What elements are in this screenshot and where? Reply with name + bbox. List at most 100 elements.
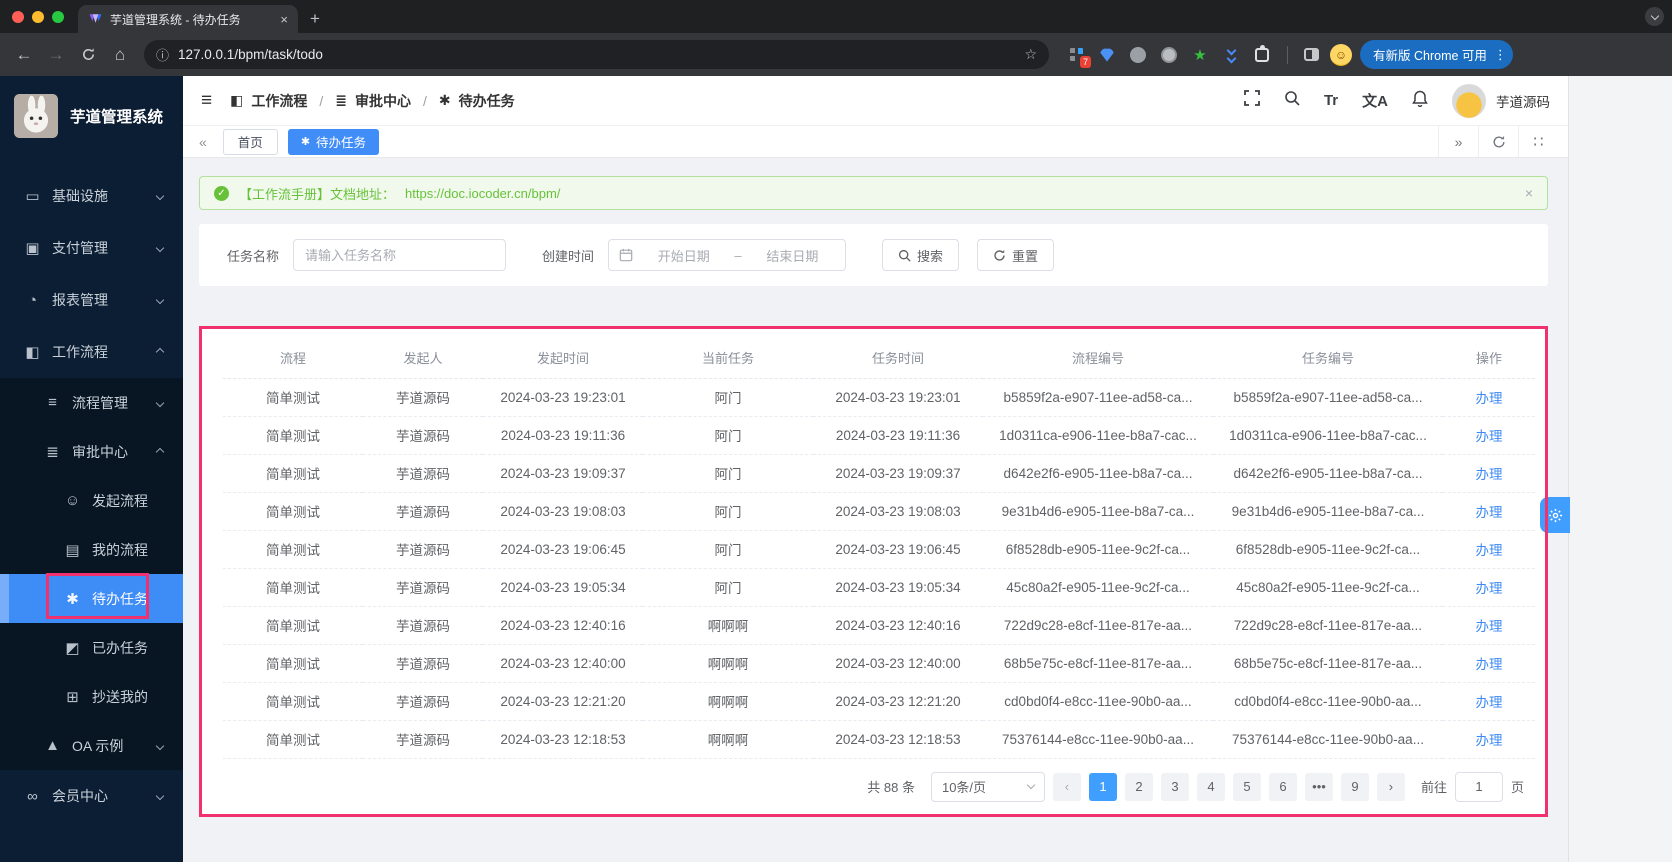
forward-button[interactable]: → <box>42 41 70 69</box>
sidebar-item[interactable]: ≡ 流程管理 <box>0 378 183 427</box>
page-button[interactable]: 9 <box>1340 772 1369 801</box>
extension-icon[interactable]: 7 <box>1067 46 1091 68</box>
approval-center-icon: ≣ <box>335 92 347 108</box>
sidebar-item[interactable]: ⊞ 抄送我的 <box>0 672 183 721</box>
sidebar-item[interactable]: ▭ 基础设施 <box>0 170 183 222</box>
reset-button[interactable]: 重置 <box>977 239 1055 271</box>
user-avatar[interactable] <box>1452 83 1486 118</box>
handle-task-link[interactable]: 办理 <box>1476 505 1503 520</box>
extension-icon[interactable]: ★ <box>1191 46 1209 64</box>
chevron-down-icon <box>1650 11 1659 20</box>
handle-task-link[interactable]: 办理 <box>1476 695 1503 710</box>
chevron-down-icon <box>1026 780 1036 790</box>
handle-task-link[interactable]: 办理 <box>1476 391 1503 406</box>
close-window-button[interactable] <box>12 10 24 23</box>
page-button[interactable]: 1 <box>1088 772 1117 801</box>
more-pages-button[interactable]: ••• <box>1304 772 1333 801</box>
tab-search-button[interactable] <box>1645 7 1664 26</box>
profile-avatar-icon[interactable]: ☺ <box>1330 43 1352 66</box>
cell-current_task: 阿门 <box>643 568 813 607</box>
cell-process_id: 68b5e75c-e8cf-11ee-817e-aa... <box>983 644 1213 683</box>
sidebar-item-label: OA 示例 <box>72 737 124 754</box>
start-date-placeholder[interactable]: 开始日期 <box>641 246 726 265</box>
font-size-button[interactable]: Tr <box>1324 92 1338 109</box>
breadcrumb-item[interactable]: 审批中心 <box>355 91 411 111</box>
extension-icon[interactable] <box>1098 46 1116 64</box>
cell-process: 简单测试 <box>223 378 363 417</box>
cell-start_time: 2024-03-23 12:40:00 <box>483 644 643 683</box>
book-icon: ▤ <box>65 541 80 559</box>
sidebar-item[interactable]: ▲ OA 示例 <box>0 721 183 770</box>
scroll-right-button[interactable]: » <box>1438 126 1478 157</box>
close-icon[interactable]: × <box>1525 185 1533 201</box>
tab-home[interactable]: 首页 <box>222 128 278 155</box>
cell-initiator: 芋道源码 <box>363 378 483 417</box>
search-button[interactable]: 搜索 <box>882 239 960 271</box>
handle-task-link[interactable]: 办理 <box>1476 619 1503 634</box>
extension-icon[interactable] <box>1160 46 1178 64</box>
app-logo[interactable]: 芋道管理系统 <box>0 76 183 152</box>
date-range-picker[interactable]: 开始日期 – 结束日期 <box>608 239 847 271</box>
home-button[interactable]: ⌂ <box>106 41 134 69</box>
extension-icon[interactable] <box>1129 46 1147 64</box>
sidebar-item[interactable]: ◧ 工作流程 <box>0 326 183 378</box>
sidebar-item[interactable]: ∞ 会员中心 <box>0 770 183 822</box>
sidebar-item[interactable]: ☺ 发起流程 <box>0 476 183 525</box>
chrome-update-pill[interactable]: 有新版 Chrome 可用 ⋮ <box>1360 40 1513 69</box>
page-button[interactable]: 4 <box>1196 772 1225 801</box>
handle-task-link[interactable]: 办理 <box>1476 467 1503 482</box>
extension-icon[interactable] <box>1222 45 1240 64</box>
layout-grid-button[interactable]: ∷ <box>1518 126 1558 157</box>
sidebar-item[interactable]: ◔ 报表管理 <box>0 274 183 326</box>
reload-button[interactable] <box>74 41 102 69</box>
sidebar-item[interactable]: ◩ 已办任务 <box>0 623 183 672</box>
url-bar[interactable]: ⓘ 127.0.0.1/bpm/task/todo ☆ <box>144 40 1049 69</box>
cell-process_id: 45c80a2f-e905-11ee-9c2f-ca... <box>983 568 1213 607</box>
cell-process_id: 9e31b4d6-e905-11ee-b8a7-ca... <box>983 492 1213 531</box>
next-page-button[interactable]: › <box>1376 772 1405 801</box>
notification-bell-button[interactable] <box>1412 90 1428 112</box>
site-info-icon[interactable]: ⓘ <box>156 45 169 64</box>
sidebar-item[interactable]: ≣ 审批中心 <box>0 427 183 476</box>
handle-task-link[interactable]: 办理 <box>1476 733 1503 748</box>
goto-page-input[interactable] <box>1454 771 1503 802</box>
back-button[interactable]: ← <box>10 41 38 69</box>
handle-task-link[interactable]: 办理 <box>1476 543 1503 558</box>
handle-task-link[interactable]: 办理 <box>1476 581 1503 596</box>
doc-link[interactable]: https://doc.iocoder.cn/bpm/ <box>405 186 560 201</box>
prev-page-button[interactable]: ‹ <box>1052 772 1081 801</box>
refresh-tab-button[interactable] <box>1478 126 1518 157</box>
bookmark-star-icon[interactable]: ☆ <box>1024 46 1037 63</box>
sidebar-item[interactable]: ▣ 支付管理 <box>0 222 183 274</box>
breadcrumb-item[interactable]: 工作流程 <box>251 91 307 111</box>
end-date-placeholder[interactable]: 结束日期 <box>750 246 835 265</box>
username[interactable]: 芋道源码 <box>1496 91 1550 111</box>
page-button[interactable]: 2 <box>1124 772 1153 801</box>
extensions-menu-button[interactable] <box>1253 44 1271 64</box>
page-button[interactable]: 6 <box>1268 772 1297 801</box>
handle-task-link[interactable]: 办理 <box>1476 429 1503 444</box>
translate-button[interactable]: 文A <box>1362 90 1388 111</box>
page-button[interactable]: 5 <box>1232 772 1261 801</box>
reload-icon <box>82 48 94 60</box>
sidebar-item[interactable]: ✱ 待办任务 <box>0 573 183 623</box>
close-tab-icon[interactable]: × <box>280 12 288 27</box>
search-button[interactable] <box>1284 90 1300 111</box>
zoom-window-button[interactable] <box>52 10 64 23</box>
hamburger-menu-icon[interactable]: ≡ <box>201 90 212 112</box>
browser-tab[interactable]: 芋道管理系统 - 待办任务 × <box>78 5 298 33</box>
tab-todo-tasks[interactable]: ✱ 待办任务 <box>287 128 380 155</box>
task-name-input[interactable] <box>293 239 507 271</box>
cell-task_time: 2024-03-23 19:11:36 <box>813 416 983 455</box>
fullscreen-button[interactable] <box>1244 90 1260 111</box>
page-size-select[interactable]: 10条/页 <box>930 771 1045 802</box>
kebab-menu-icon[interactable]: ⋮ <box>1494 47 1507 63</box>
minimize-window-button[interactable] <box>32 10 44 23</box>
sidebar-item[interactable]: ▤ 我的流程 <box>0 525 183 574</box>
theme-settings-button[interactable] <box>1540 497 1570 533</box>
handle-task-link[interactable]: 办理 <box>1476 657 1503 672</box>
side-panel-button[interactable] <box>1302 46 1320 64</box>
page-button[interactable]: 3 <box>1160 772 1189 801</box>
new-tab-button[interactable]: + <box>310 9 320 29</box>
scroll-left-button[interactable]: « <box>193 134 213 150</box>
